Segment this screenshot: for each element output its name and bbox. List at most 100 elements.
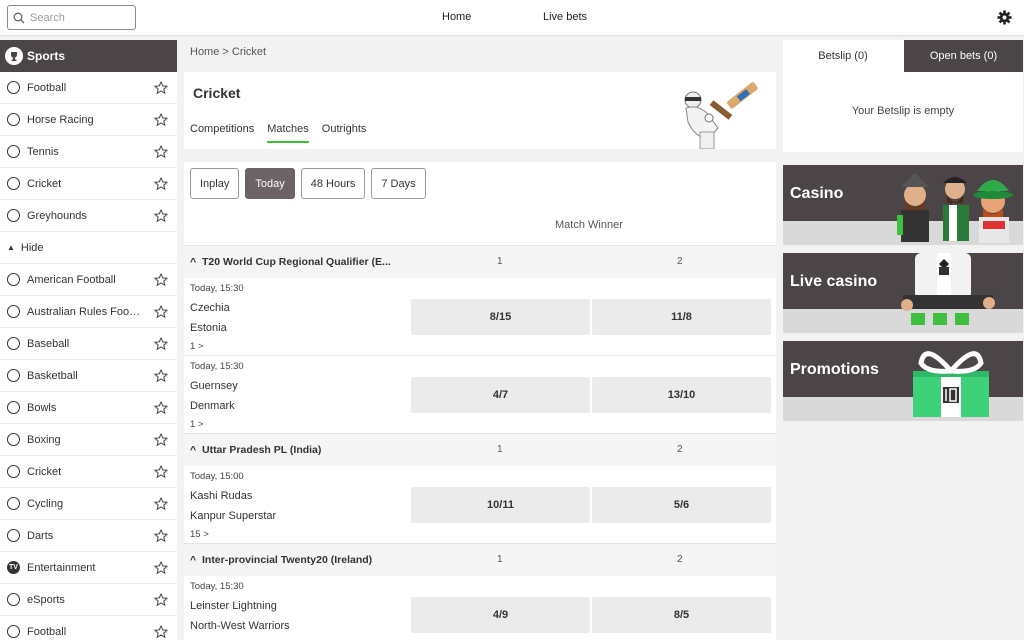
tab-betslip[interactable]: Betslip (0) <box>783 40 903 72</box>
sidebar-item-cycling[interactable]: Cycling <box>0 488 177 520</box>
event-row[interactable]: Today, 15:00 Kashi Rudas Kanpur Supersta… <box>184 466 776 544</box>
star-icon[interactable] <box>154 369 168 383</box>
odds-button-home[interactable]: 4/7 <box>411 377 590 413</box>
sidebar-item-greyhounds[interactable]: Greyhounds <box>0 200 177 232</box>
sidebar-item-football-2[interactable]: Football <box>0 616 177 640</box>
baseball-icon <box>7 337 20 350</box>
promotions-banner[interactable]: Promotions <box>783 341 1023 421</box>
search-input[interactable] <box>30 11 126 24</box>
sidebar-item-label: Football <box>27 81 67 94</box>
event-row[interactable]: Today, 15:30 Guernsey Denmark 1 > 4/7 13… <box>184 356 776 434</box>
sidebar-item-darts[interactable]: Darts <box>0 520 177 552</box>
team-away: North-West Warriors <box>190 620 290 632</box>
more-markets-link[interactable]: 15 > <box>190 529 209 540</box>
nav-live-bets[interactable]: Live bets <box>543 11 587 23</box>
sidebar-item-baseball[interactable]: Baseball <box>0 328 177 360</box>
column-away: 2 <box>677 554 683 565</box>
star-icon[interactable] <box>154 465 168 479</box>
tab-bar: Competitions Matches Outrights <box>190 123 379 143</box>
star-icon[interactable] <box>154 337 168 351</box>
tab-open-bets[interactable]: Open bets (0) <box>904 40 1023 72</box>
star-icon[interactable] <box>154 529 168 543</box>
filter-inplay[interactable]: Inplay <box>190 168 240 199</box>
market-label: Match Winner <box>555 219 623 231</box>
sidebar-item-basketball[interactable]: Basketball <box>0 360 177 392</box>
star-icon[interactable] <box>154 497 168 511</box>
australian-rules-icon <box>7 305 20 318</box>
star-icon[interactable] <box>154 81 168 95</box>
sidebar-item-horse-racing[interactable]: Horse Racing <box>0 104 177 136</box>
competition-header[interactable]: ^ Uttar Pradesh PL (India) 1 2 <box>184 433 776 466</box>
betslip-panel: Betslip (0) Open bets (0) Your Betslip i… <box>783 40 1023 152</box>
star-icon[interactable] <box>154 625 168 639</box>
sidebar-item-esports[interactable]: eSports <box>0 584 177 616</box>
live-casino-banner[interactable]: Live casino <box>783 253 1023 333</box>
settings-button[interactable] <box>996 9 1012 25</box>
chevron-up-icon: ^ <box>190 554 197 566</box>
search-box[interactable] <box>7 5 136 30</box>
odds-button-home[interactable]: 8/15 <box>411 299 590 335</box>
greyhounds-icon <box>7 209 20 222</box>
star-icon[interactable] <box>154 305 168 319</box>
sidebar-item-label: Cricket <box>27 465 62 478</box>
sidebar-item-boxing[interactable]: Boxing <box>0 424 177 456</box>
nav-home[interactable]: Home <box>442 11 471 23</box>
casino-banner[interactable]: Casino <box>783 165 1023 245</box>
competition-header[interactable]: ^ T20 World Cup Regional Qualifier (E...… <box>184 245 776 278</box>
sports-sidebar: Sports Football Horse Racing Tennis Cric… <box>0 40 177 640</box>
odds-button-away[interactable]: 11/8 <box>592 299 771 335</box>
breadcrumb[interactable]: Home > Cricket <box>190 46 266 58</box>
sidebar-item-cricket-2[interactable]: Cricket <box>0 456 177 488</box>
sidebar-item-australian-rules[interactable]: Australian Rules Football <box>0 296 177 328</box>
sidebar-item-tennis[interactable]: Tennis <box>0 136 177 168</box>
sidebar-item-american-football[interactable]: American Football <box>0 264 177 296</box>
column-home: 1 <box>497 256 503 267</box>
odds-button-away[interactable]: 5/6 <box>592 487 771 523</box>
sidebar-item-bowls[interactable]: Bowls <box>0 392 177 424</box>
sidebar-item-label: Basketball <box>27 369 78 382</box>
tennis-icon <box>7 145 20 158</box>
competition-name: ^ Uttar Pradesh PL (India) <box>190 444 321 456</box>
sidebar-item-entertainment[interactable]: TV Entertainment <box>0 552 177 584</box>
star-icon[interactable] <box>154 145 168 159</box>
more-markets-link[interactable]: 1 > <box>190 419 203 430</box>
star-icon[interactable] <box>154 561 168 575</box>
boxing-icon <box>7 433 20 446</box>
gift-box-icon <box>913 351 989 417</box>
filter-today[interactable]: Today <box>245 168 295 199</box>
tab-matches[interactable]: Matches <box>267 123 309 143</box>
event-time: Today, 15:30 <box>190 361 244 372</box>
star-icon[interactable] <box>154 273 168 287</box>
time-filters: Inplay Today 48 Hours 7 Days <box>190 168 432 199</box>
odds-button-home[interactable]: 4/9 <box>411 597 590 633</box>
star-icon[interactable] <box>154 177 168 191</box>
tv-icon: TV <box>7 561 20 574</box>
more-markets-link[interactable]: 1 > <box>190 341 203 352</box>
hide-toggle[interactable]: ▲ Hide <box>0 232 177 264</box>
page-header: Cricket Competitions Matches Outrights <box>184 72 776 149</box>
star-icon[interactable] <box>154 113 168 127</box>
competition-header[interactable]: ^ Inter-provincial Twenty20 (Ireland) 1 … <box>184 543 776 576</box>
event-row[interactable]: Today, 15:30 Czechia Estonia 1 > 8/15 11… <box>184 278 776 356</box>
event-row[interactable]: Today, 15:30 Leinster Lightning North-We… <box>184 576 776 640</box>
odds-button-home[interactable]: 10/11 <box>411 487 590 523</box>
tab-outrights[interactable]: Outrights <box>322 123 367 143</box>
column-home: 1 <box>497 444 503 455</box>
tab-competitions[interactable]: Competitions <box>190 123 254 143</box>
star-icon[interactable] <box>154 433 168 447</box>
star-icon[interactable] <box>154 593 168 607</box>
odds-button-away[interactable]: 8/5 <box>592 597 771 633</box>
star-icon[interactable] <box>154 401 168 415</box>
odds-button-away[interactable]: 13/10 <box>592 377 771 413</box>
filter-7-days[interactable]: 7 Days <box>371 168 426 199</box>
team-away: Estonia <box>190 322 227 334</box>
casino-label: Casino <box>790 185 844 202</box>
filter-48-hours[interactable]: 48 Hours <box>300 168 366 199</box>
search-icon <box>13 12 25 23</box>
sidebar-item-cricket[interactable]: Cricket <box>0 168 177 200</box>
sidebar-item-football[interactable]: Football <box>0 72 177 104</box>
cricketer-illustration <box>684 82 758 149</box>
promotions-label: Promotions <box>790 361 879 378</box>
competition-name: ^ T20 World Cup Regional Qualifier (E... <box>190 256 391 268</box>
star-icon[interactable] <box>154 209 168 223</box>
